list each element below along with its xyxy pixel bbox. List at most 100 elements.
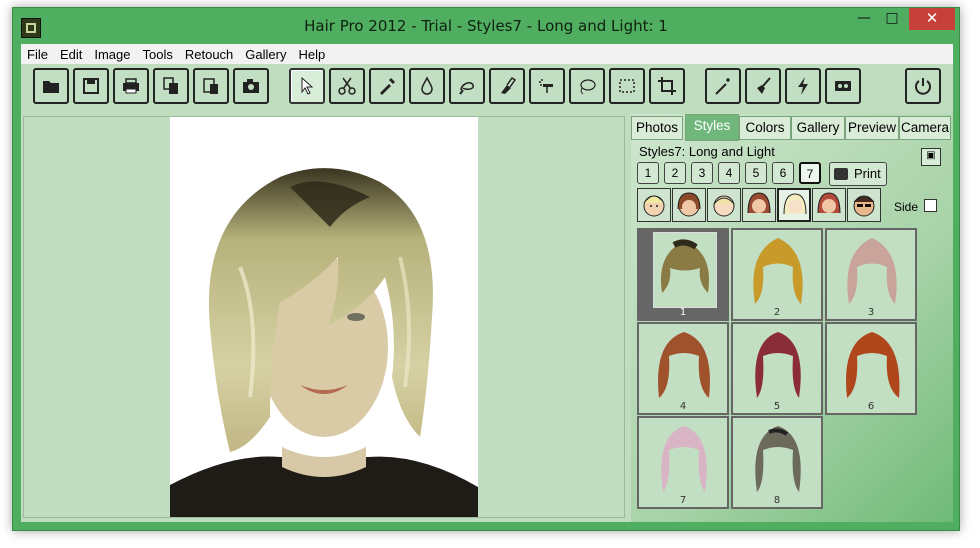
broom-button[interactable]	[745, 68, 781, 104]
wand-icon	[715, 78, 730, 95]
menu-retouch[interactable]: Retouch	[179, 45, 239, 62]
face-filter-5[interactable]	[777, 188, 811, 222]
lasso-button[interactable]	[569, 68, 605, 104]
select-rect-button[interactable]	[609, 68, 645, 104]
broom-icon	[757, 77, 771, 94]
camera-button[interactable]	[233, 68, 269, 104]
hair-7-image	[661, 426, 707, 492]
face-blonde-icon	[643, 195, 665, 217]
menu-edit[interactable]: Edit	[54, 45, 88, 62]
camera-icon	[243, 79, 259, 93]
menu-help[interactable]: Help	[292, 45, 331, 62]
tab-photos[interactable]: Photos	[631, 116, 683, 140]
page-button-1[interactable]: 1	[637, 162, 659, 184]
scissors-button[interactable]	[329, 68, 365, 104]
lasso-brush-button[interactable]	[449, 68, 485, 104]
menu-image[interactable]: Image	[88, 45, 136, 62]
hair-1-image	[653, 232, 717, 308]
smudge-button[interactable]	[489, 68, 525, 104]
menu-file[interactable]: File	[21, 45, 54, 62]
page-button-5[interactable]: 5	[745, 162, 767, 184]
open-icon	[43, 81, 59, 93]
style-number: 1	[679, 307, 687, 318]
eyedropper-button[interactable]	[369, 68, 405, 104]
style-thumb-1[interactable]: 1	[637, 228, 729, 321]
crop-button[interactable]	[649, 68, 685, 104]
hair-8-image	[755, 426, 801, 492]
tab-styles[interactable]: Styles	[685, 114, 739, 141]
face-filter-3[interactable]	[707, 188, 741, 222]
title-bar[interactable]: Hair Pro 2012 - Trial - Styles7 - Long a…	[13, 8, 959, 44]
printer-icon	[834, 168, 848, 180]
open-button[interactable]	[33, 68, 69, 104]
lightning-button[interactable]	[785, 68, 821, 104]
face-auburn-icon	[817, 192, 841, 214]
page-button-4[interactable]: 4	[718, 162, 740, 184]
copy-button[interactable]	[153, 68, 189, 104]
window-title: Hair Pro 2012 - Trial - Styles7 - Long a…	[304, 17, 668, 35]
paste-button[interactable]	[193, 68, 229, 104]
power-button[interactable]	[905, 68, 941, 104]
save-button[interactable]	[73, 68, 109, 104]
face-pale-icon	[783, 193, 807, 215]
style-thumb-5[interactable]: 5	[731, 322, 823, 415]
drop-button[interactable]	[409, 68, 445, 104]
tape-icon	[835, 81, 851, 91]
face-brunette-icon	[677, 192, 701, 217]
page-button-3[interactable]: 3	[691, 162, 713, 184]
power-icon	[915, 78, 931, 95]
face-filter-4[interactable]	[742, 188, 776, 222]
menu-tools[interactable]: Tools	[137, 45, 179, 62]
pointer-button[interactable]	[289, 68, 325, 104]
face-filter-1[interactable]	[637, 188, 671, 222]
style-number: 5	[773, 401, 781, 412]
right-panel: Photos Styles Colors Gallery Preview Cam…	[631, 114, 953, 522]
eyedropper-icon	[380, 78, 395, 95]
style-set-label: Styles7: Long and Light	[639, 144, 775, 159]
photo-canvas[interactable]	[23, 116, 625, 518]
airbrush-button[interactable]	[529, 68, 565, 104]
page-button-7[interactable]: 7	[799, 162, 821, 184]
tape-button[interactable]	[825, 68, 861, 104]
hair-5-image	[755, 332, 801, 398]
hair-2-image	[753, 238, 803, 304]
menu-gallery[interactable]: Gallery	[239, 45, 292, 62]
style-number: 4	[679, 401, 687, 412]
page-button-2[interactable]: 2	[664, 162, 686, 184]
face-sunglasses-icon	[853, 195, 875, 217]
side-checkbox[interactable]	[924, 199, 937, 212]
page-button-6[interactable]: 6	[772, 162, 794, 184]
smudge-icon	[501, 76, 517, 94]
hair-4-image	[658, 332, 710, 398]
tab-preview[interactable]: Preview	[845, 116, 899, 140]
lasso-brush-icon	[459, 82, 474, 95]
tab-camera[interactable]: Camera	[899, 116, 951, 140]
style-number: 7	[679, 495, 687, 506]
face-filter-7[interactable]	[847, 188, 881, 222]
style-thumb-8[interactable]: 8	[731, 416, 823, 509]
close-button[interactable]: ✕	[909, 8, 955, 30]
print-button[interactable]	[113, 68, 149, 104]
minimize-button[interactable]: —	[851, 8, 877, 30]
style-thumb-6[interactable]: 6	[825, 322, 917, 415]
drop-icon	[421, 76, 433, 95]
face-filter-2[interactable]	[672, 188, 706, 222]
paste-icon	[203, 78, 218, 94]
maximize-button[interactable]: □	[879, 8, 905, 30]
style-thumb-4[interactable]: 4	[637, 322, 729, 415]
toolbar	[21, 64, 953, 114]
face-filter-6[interactable]	[812, 188, 846, 222]
collapse-button[interactable]: ▣	[921, 148, 941, 166]
style-thumb-7[interactable]: 7	[637, 416, 729, 509]
side-label: Side	[894, 200, 919, 214]
wand-button[interactable]	[705, 68, 741, 104]
style-thumb-2[interactable]: 2	[731, 228, 823, 321]
style-thumb-3[interactable]: 3	[825, 228, 917, 321]
panel-tabs: Photos Styles Colors Gallery Preview Cam…	[631, 114, 953, 141]
save-icon	[83, 78, 99, 94]
print-styles-button[interactable]: Print	[829, 162, 887, 186]
tab-colors[interactable]: Colors	[739, 116, 791, 140]
tab-gallery[interactable]: Gallery	[791, 116, 845, 140]
pointer-icon	[301, 76, 314, 95]
style-number: 2	[773, 307, 781, 318]
